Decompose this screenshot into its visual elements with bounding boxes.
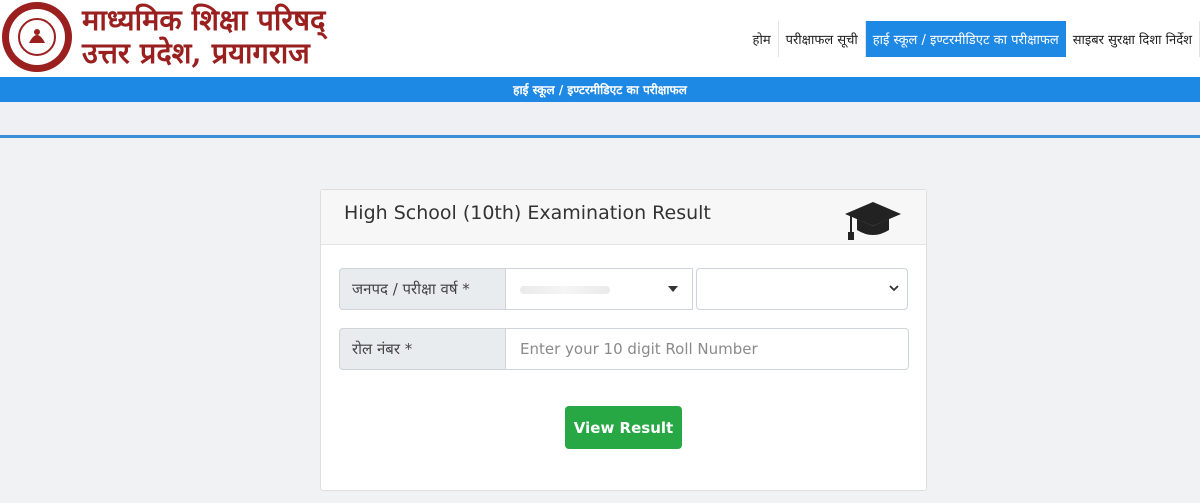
emblem-icon [18,18,56,56]
brand-line-2: उत्तर प्रदेश, प्रयागराज [82,36,310,71]
nav-cyber-security[interactable]: साइबर सुरक्षा दिशा निर्देश [1066,21,1200,57]
banner-strip [0,102,1200,138]
result-form-card: High School (10th) Examination Result जन… [320,189,927,491]
nav-hs-inter-result[interactable]: हाई स्कूल / इण्टरमीडिएट का परीक्षाफल [865,21,1066,57]
site-header: माध्यमिक शिक्षा परिषद् उत्तर प्रदेश, प्र… [0,0,1200,77]
district-select-value [520,286,610,294]
page-banner: हाई स्कूल / इण्टरमीडिएट का परीक्षाफल [0,77,1200,102]
nav-home[interactable]: होम [746,21,779,57]
brand-title: माध्यमिक शिक्षा परिषद् उत्तर प्रदेश, प्र… [82,3,326,71]
roll-number-row: रोल नंबर * [339,328,909,370]
card-header: High School (10th) Examination Result [321,190,926,245]
brand-line-1: माध्यमिक शिक्षा परिषद् [82,3,326,37]
district-year-label: जनपद / परीक्षा वर्ष * [339,268,506,310]
roll-number-input[interactable] [506,328,909,370]
card-title: High School (10th) Examination Result [344,202,711,224]
logo-emblem [9,9,65,65]
graduation-cap-icon [845,202,901,240]
district-year-row: जनपद / परीक्षा वर्ष * [339,268,908,310]
main-nav: होम परीक्षाफल सूची हाई स्कूल / इण्टरमीडि… [746,21,1200,57]
nav-result-list[interactable]: परीक्षाफल सूची [779,21,866,57]
roll-number-label: रोल नंबर * [339,328,506,370]
year-select[interactable] [696,268,908,310]
board-logo[interactable] [2,2,72,72]
district-select[interactable] [506,268,693,310]
view-result-button[interactable]: View Result [565,406,682,449]
chevron-down-icon [889,285,899,292]
page-banner-text: हाई स्कूल / इण्टरमीडिएट का परीक्षाफल [513,83,687,97]
caret-down-icon [668,286,678,292]
